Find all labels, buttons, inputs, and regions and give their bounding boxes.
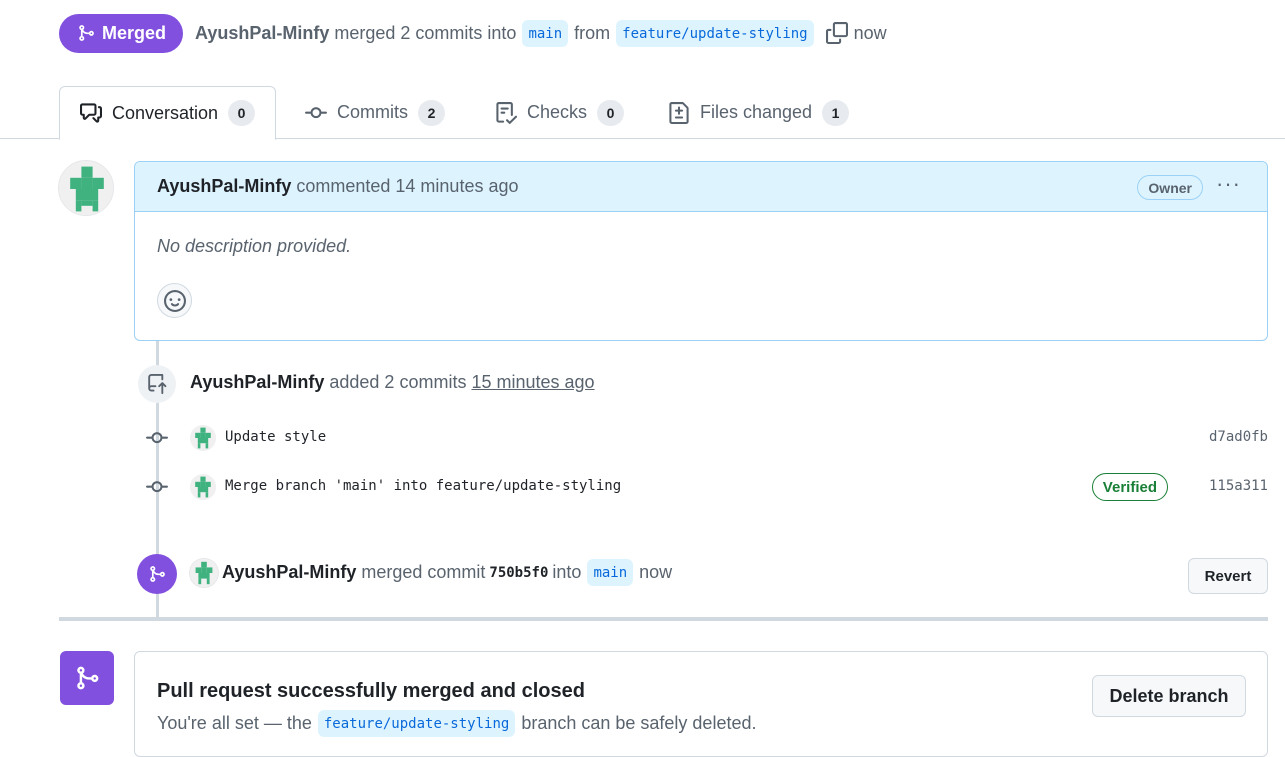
commit-row: Merge branch 'main' into feature/update-… — [146, 472, 1268, 502]
identicon-avatar-icon — [59, 161, 113, 215]
pr-title-cropped — [60, 0, 320, 6]
identicon-avatar-icon — [190, 474, 216, 500]
avatar[interactable] — [190, 474, 216, 500]
comment-author-link[interactable]: AyushPal-Minfy — [157, 176, 291, 197]
owner-badge: Owner — [1137, 175, 1203, 200]
commits-added-event-badge — [138, 365, 176, 403]
merge-status-icon-box — [60, 651, 114, 705]
identicon-avatar-icon — [190, 425, 216, 451]
commit-sha-link[interactable]: 115a311 — [1209, 478, 1268, 494]
commits-added-event: AyushPal-Minfy added 2 commits 15 minute… — [190, 372, 595, 393]
tab-files-changed-label: Files changed — [700, 102, 813, 122]
status-badge-label: Merged — [102, 22, 167, 43]
commit-message-link[interactable]: Update style — [225, 429, 326, 445]
comment-discussion-icon — [80, 103, 102, 123]
verified-badge[interactable]: Verified — [1091, 473, 1168, 501]
head-branch-link[interactable]: feature/update-styling — [317, 710, 516, 737]
merged-event-badge — [137, 554, 177, 594]
event-author-link[interactable]: AyushPal-Minfy — [222, 562, 356, 583]
head-branch-link[interactable]: feature/update-styling — [616, 19, 814, 47]
kebab-menu-icon[interactable]: ··· — [1216, 173, 1241, 195]
merged-time[interactable]: now — [639, 562, 672, 583]
tab-commits[interactable]: Commits 2 — [305, 86, 445, 139]
merge-commit-sha-link[interactable]: 750b5f0 — [489, 565, 548, 581]
comment-header: AyushPal-Minfy commented 14 minutes ago … — [135, 162, 1267, 212]
event-action: added 2 commits — [329, 372, 467, 392]
comment-action: commented — [296, 176, 391, 196]
merged-action: merged commit — [361, 562, 486, 582]
status-badge: Merged — [59, 13, 184, 53]
add-reaction-button[interactable] — [157, 283, 192, 318]
git-merge-icon — [150, 566, 165, 582]
git-commit-icon — [305, 106, 327, 118]
identicon-avatar-icon — [190, 559, 218, 587]
into-text: into — [552, 562, 582, 582]
avatar[interactable] — [58, 160, 114, 216]
merged-event: AyushPal-Minfy merged commit 750b5f0 int… — [222, 559, 672, 586]
base-branch-link[interactable]: main — [587, 559, 634, 586]
repo-push-icon — [148, 374, 167, 394]
base-branch-link[interactable]: main — [522, 19, 569, 47]
event-author-link[interactable]: AyushPal-Minfy — [190, 372, 324, 392]
tab-commits-count: 2 — [418, 99, 445, 126]
tab-files-changed[interactable]: Files changed 1 — [668, 86, 850, 139]
tab-conversation[interactable]: Conversation 0 — [59, 86, 277, 140]
tab-checks-label: Checks — [527, 102, 588, 122]
merge-desc-before: You're all set — the — [157, 713, 312, 733]
tab-checks-count: 0 — [597, 99, 625, 126]
file-diff-icon — [669, 101, 689, 124]
timeline-divider — [59, 617, 1268, 621]
merge-status-box: Pull request successfully merged and clo… — [134, 651, 1268, 757]
comment-body: No description provided. — [157, 236, 352, 256]
merge-status-title: Pull request successfully merged and clo… — [157, 680, 585, 702]
commit-message-link[interactable]: Merge branch 'main' into feature/update-… — [225, 478, 621, 494]
avatar[interactable] — [190, 425, 216, 451]
git-commit-icon — [146, 432, 168, 444]
commit-sha-link[interactable]: d7ad0fb — [1209, 429, 1268, 445]
merge-desc-after: branch can be safely deleted. — [521, 713, 757, 733]
checklist-icon — [496, 101, 517, 124]
tab-conversation-count: 0 — [228, 100, 256, 126]
from-text: from — [574, 22, 611, 43]
comment-box: AyushPal-Minfy commented 14 minutes ago … — [134, 161, 1268, 341]
git-merge-icon — [79, 25, 94, 41]
tab-commits-label: Commits — [337, 102, 408, 122]
tab-files-changed-count: 1 — [822, 99, 850, 126]
comment-time[interactable]: 14 minutes ago — [395, 176, 518, 197]
merge-status-description: You're all set — the feature/update-styl… — [157, 710, 756, 737]
pr-action-text: merged 2 commits into — [334, 22, 517, 43]
git-commit-icon — [146, 481, 168, 493]
commit-row: Update style d7ad0fb — [146, 423, 1268, 453]
revert-button[interactable]: Revert — [1188, 558, 1268, 594]
delete-branch-button[interactable]: Delete branch — [1092, 675, 1246, 717]
pr-time: now — [853, 22, 887, 43]
pr-meta: Merged AyushPal-Minfy merged 2 commits i… — [59, 13, 887, 53]
copy-icon[interactable] — [825, 22, 848, 44]
avatar[interactable] — [189, 558, 219, 588]
event-time-link[interactable]: 15 minutes ago — [471, 372, 594, 392]
tab-checks[interactable]: Checks 0 — [495, 86, 625, 139]
pr-tabs: Conversation 0 Commits 2 Checks 0 Files … — [0, 86, 1285, 140]
smiley-icon — [163, 289, 186, 312]
git-merge-icon — [77, 666, 99, 690]
pr-author-link[interactable]: AyushPal-Minfy — [195, 23, 329, 44]
tab-conversation-label: Conversation — [112, 102, 219, 123]
